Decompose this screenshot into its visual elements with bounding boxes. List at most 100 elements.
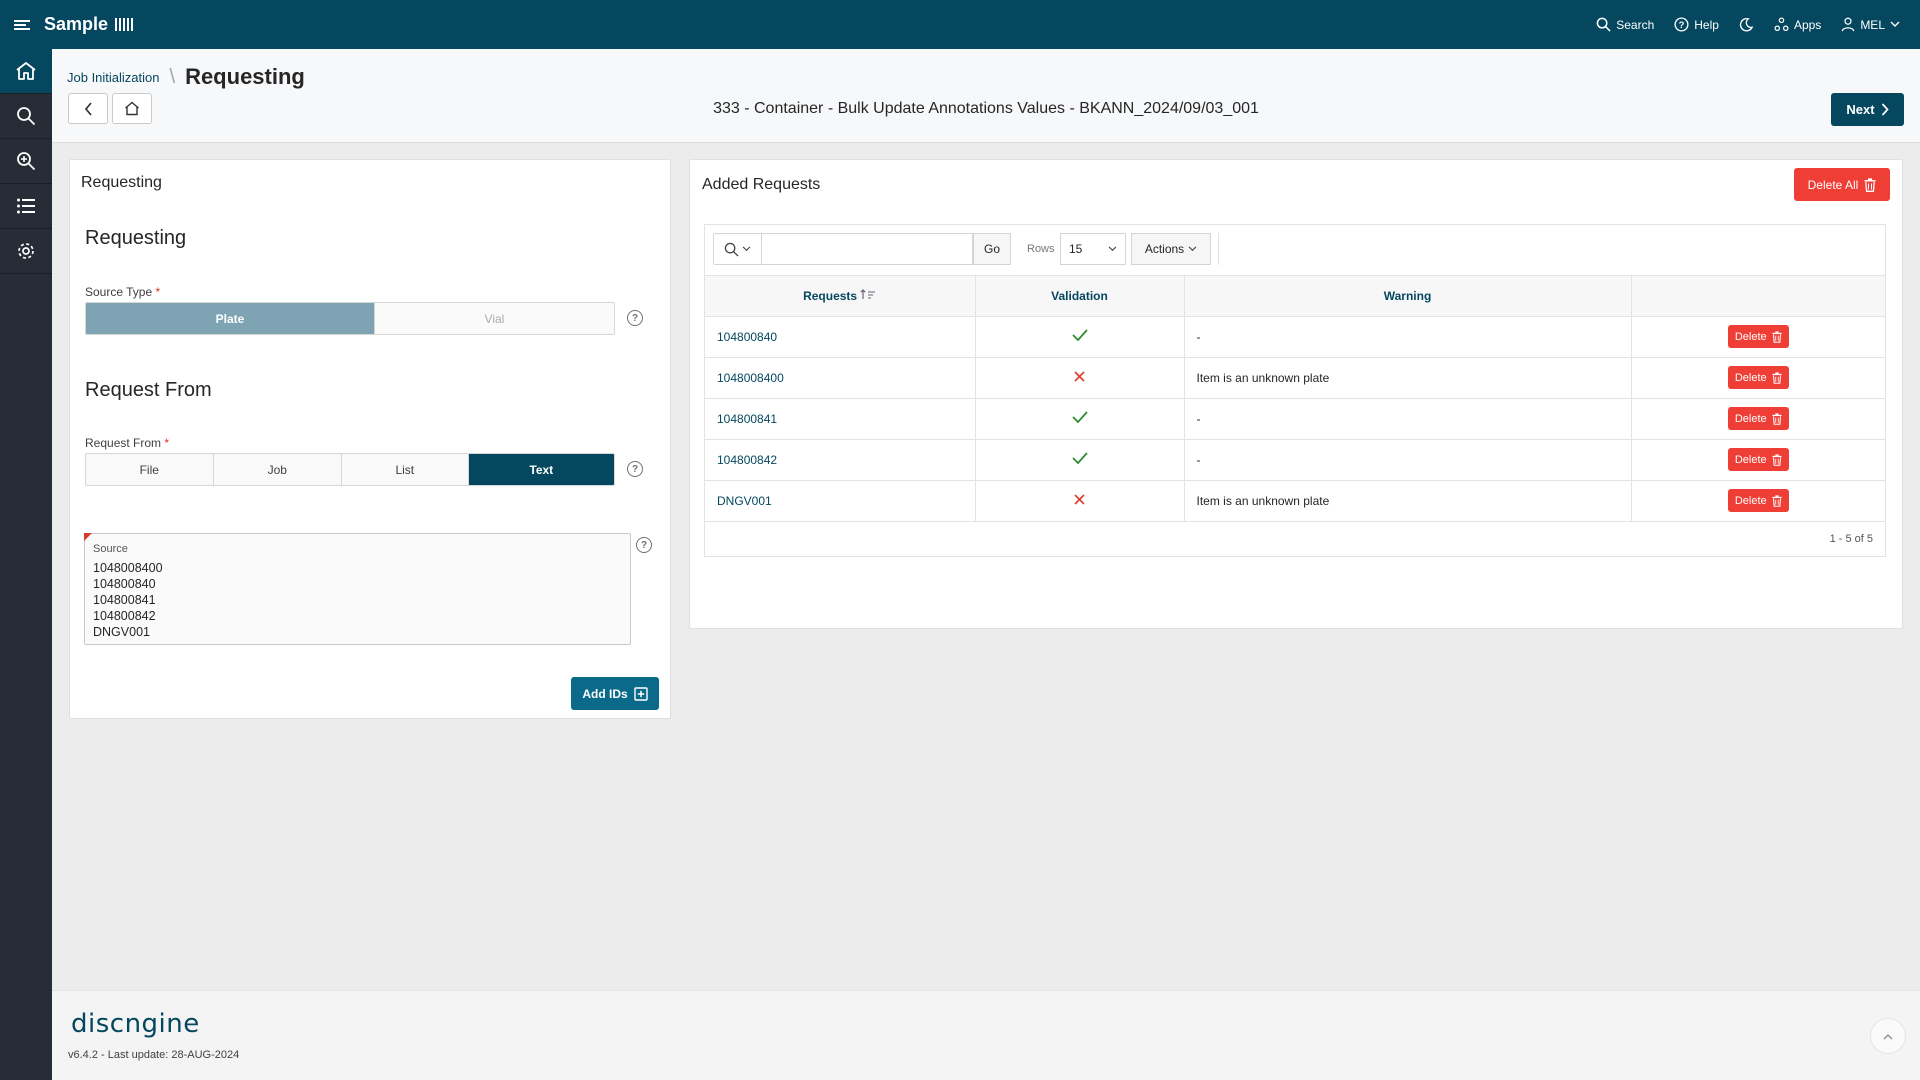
source-line: DNGV001 [93,625,150,639]
row-actions-cell: Delete [1631,316,1885,358]
source-type-help-icon[interactable]: ? [627,310,643,326]
requesting-panel-title: Requesting [81,174,162,191]
request-from-text[interactable]: Text [468,454,614,485]
nav-list[interactable] [0,184,52,229]
check-icon [1071,452,1088,465]
warning-cell: - [1184,316,1632,358]
nav-zoom-search[interactable] [0,139,52,184]
trash-icon [1864,177,1876,192]
nav-search[interactable] [0,94,52,139]
zoom-in-icon [17,152,36,171]
help-nav-button[interactable]: ? Help [1674,17,1719,32]
validation-cell [975,480,1185,522]
footer: discngine v6.4.2 - Last update: 28-AUG-2… [52,990,1920,1080]
delete-all-button[interactable]: Delete All [1794,168,1890,201]
trash-icon [1772,371,1782,384]
column-header-validation[interactable]: Validation [975,276,1185,317]
next-label: Next [1846,102,1875,117]
request-from-list[interactable]: List [342,454,469,485]
trash-icon [1772,453,1782,466]
validation-cell [975,316,1185,358]
request-from-job[interactable]: Job [213,454,343,485]
request-id-cell[interactable]: 104800840 [705,316,976,358]
validation-cell [975,398,1185,440]
source-type-vial[interactable]: Vial [374,303,614,334]
table-row: 104800840 - Delete [705,316,1885,358]
actions-menu-button[interactable]: Actions [1131,233,1211,265]
source-textarea[interactable]: Source 1048008400 104800840 104800841 10… [84,533,631,645]
source-help-icon[interactable]: ? [636,537,652,553]
next-button[interactable]: Next [1831,93,1904,126]
breadcrumb: Job Initialization \ Requesting [67,64,305,90]
user-label: MEL [1860,17,1885,32]
breadcrumb-separator: \ [169,65,176,88]
column-header-actions [1631,276,1885,317]
barcode-icon [115,18,134,31]
help-label: Help [1694,17,1719,32]
warning-cell: Item is an unknown plate [1184,480,1632,522]
app-logo[interactable]: Sample [44,14,134,35]
menu-icon[interactable] [0,0,44,49]
request-id-cell[interactable]: DNGV001 [705,480,976,522]
row-actions-cell: Delete [1631,357,1885,399]
grid-search-input[interactable] [761,233,973,265]
search-nav-button[interactable]: Search [1596,17,1654,32]
discngine-logo: discngine [71,1009,200,1039]
requests-grid: Go Rows 15 Actions Requests Validation W… [704,224,1886,557]
row-actions-cell: Delete [1631,480,1885,522]
side-navigation [0,49,52,1080]
row-delete-button[interactable]: Delete [1727,325,1789,348]
row-delete-button[interactable]: Delete [1727,448,1789,471]
column-header-requests[interactable]: Requests [705,276,976,317]
trash-icon [1772,412,1782,425]
row-delete-label: Delete [1734,371,1767,384]
row-delete-button[interactable]: Delete [1727,407,1789,430]
request-from-help-icon[interactable]: ? [627,461,643,477]
row-actions-cell: Delete [1631,398,1885,440]
source-type-radio-group: Plate Vial [85,302,615,335]
apps-nav-button[interactable]: Apps [1774,17,1821,32]
source-type-plate[interactable]: Plate [86,303,375,334]
row-delete-button[interactable]: Delete [1727,366,1789,389]
source-line: 104800841 [93,593,156,607]
apps-label: Apps [1793,17,1822,32]
go-button[interactable]: Go [973,233,1011,265]
request-from-label: Request From * [85,436,170,450]
rows-value: 15 [1069,242,1083,256]
cross-icon [1074,370,1085,382]
row-delete-label: Delete [1734,412,1767,425]
validation-cell [975,439,1185,481]
nav-settings[interactable] [0,229,52,274]
pagination-info: 1 - 5 of 5 [1829,533,1873,545]
nav-home[interactable] [0,49,52,94]
section-heading-requesting: Requesting [85,227,187,249]
validation-cell [975,357,1185,399]
user-menu-button[interactable]: MEL [1841,17,1900,32]
trash-icon [1772,494,1782,507]
row-delete-button[interactable]: Delete [1727,489,1789,512]
add-ids-button[interactable]: Add IDs [571,677,659,710]
request-id-cell[interactable]: 1048008400 [705,357,976,399]
search-icon [1596,17,1611,32]
warning-cell: Item is an unknown plate [1184,357,1632,399]
request-from-file[interactable]: File [86,454,214,485]
required-indicator [84,533,92,541]
search-column-selector[interactable] [713,233,761,265]
request-id-cell[interactable]: 104800841 [705,398,976,440]
breadcrumb-parent-link[interactable]: Job Initialization [67,70,160,85]
rows-select[interactable]: 15 [1060,233,1126,265]
request-id-cell[interactable]: 104800842 [705,439,976,481]
check-icon [1071,329,1088,342]
apps-icon [1774,17,1789,32]
chevron-up-icon [1883,1033,1893,1039]
column-header-warning[interactable]: Warning [1184,276,1632,317]
warning-cell: - [1184,439,1632,481]
warning-cell: - [1184,398,1632,440]
source-line: 104800840 [93,577,156,591]
chevron-down-icon [1188,246,1197,252]
delete-all-label: Delete All [1807,177,1859,192]
source-label: Source [93,543,128,555]
scroll-to-top-button[interactable] [1870,1018,1906,1054]
theme-toggle-button[interactable] [1739,17,1754,32]
section-heading-request-from: Request From [85,379,212,401]
